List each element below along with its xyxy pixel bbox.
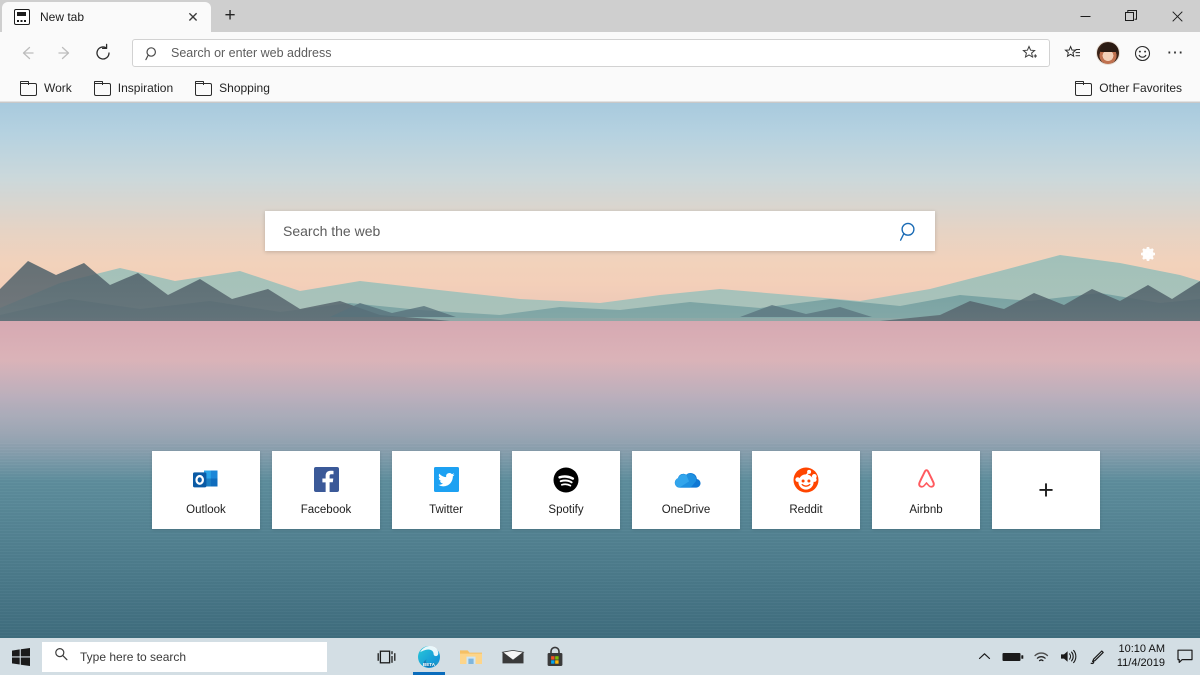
favorite-item-inspiration[interactable]: Inspiration bbox=[86, 77, 181, 99]
quick-link-reddit[interactable]: Reddit bbox=[752, 451, 860, 529]
taskbar-search-input[interactable]: Type here to search bbox=[80, 650, 186, 664]
quick-link-label: Facebook bbox=[301, 504, 352, 516]
search-icon[interactable] bbox=[883, 211, 935, 251]
favorite-label: Other Favorites bbox=[1099, 81, 1182, 95]
add-quick-link-button[interactable]: + bbox=[992, 451, 1100, 529]
taskbar-search-box[interactable]: Type here to search bbox=[42, 642, 327, 672]
reddit-icon bbox=[793, 465, 819, 495]
outlook-icon bbox=[192, 465, 220, 495]
pen-icon[interactable] bbox=[1083, 638, 1111, 675]
windows-start-icon[interactable] bbox=[0, 638, 42, 675]
search-icon bbox=[143, 44, 161, 62]
plus-icon: + bbox=[1038, 477, 1054, 504]
favorite-label: Work bbox=[44, 81, 72, 95]
browser-tab-new-tab[interactable]: New tab ✕ bbox=[2, 2, 211, 32]
task-view-icon[interactable] bbox=[367, 638, 407, 675]
airbnb-icon bbox=[913, 465, 940, 495]
system-tray: 10:10 AM 11/4/2019 bbox=[971, 638, 1200, 675]
browser-toolbar: Search or enter web address bbox=[0, 32, 1200, 74]
wifi-icon[interactable] bbox=[1027, 638, 1055, 675]
clock-time: 10:10 AM bbox=[1119, 643, 1165, 657]
folder-icon bbox=[195, 81, 210, 94]
favorites-bar: Work Inspiration Shopping Other Favorite… bbox=[0, 74, 1200, 102]
quick-link-onedrive[interactable]: OneDrive bbox=[632, 451, 740, 529]
minimize-icon[interactable] bbox=[1062, 0, 1108, 32]
clock-date: 11/4/2019 bbox=[1117, 657, 1165, 671]
quick-link-spotify[interactable]: Spotify bbox=[512, 451, 620, 529]
title-bar: New tab ✕ + bbox=[0, 0, 1200, 32]
favorite-label: Shopping bbox=[219, 81, 270, 95]
ellipsis-glyph: ⋯ bbox=[1167, 49, 1186, 58]
window-controls bbox=[1062, 0, 1200, 32]
collections-icon[interactable] bbox=[1056, 37, 1088, 69]
wallpaper-landscape bbox=[0, 103, 1200, 638]
quick-link-label: Spotify bbox=[548, 504, 583, 516]
forward-arrow-icon[interactable] bbox=[48, 36, 82, 70]
favorite-label: Inspiration bbox=[118, 81, 173, 95]
address-input[interactable]: Search or enter web address bbox=[171, 46, 1017, 60]
refresh-icon[interactable] bbox=[86, 36, 120, 70]
quick-link-facebook[interactable]: Facebook bbox=[272, 451, 380, 529]
favorite-item-shopping[interactable]: Shopping bbox=[187, 77, 278, 99]
quick-link-outlook[interactable]: Outlook bbox=[152, 451, 260, 529]
tab-title: New tab bbox=[40, 10, 183, 24]
other-favorites-folder[interactable]: Other Favorites bbox=[1067, 77, 1190, 99]
search-input[interactable]: Search the web bbox=[265, 223, 883, 239]
web-search-box[interactable]: Search the web bbox=[265, 211, 935, 251]
restore-icon[interactable] bbox=[1108, 0, 1154, 32]
spotify-icon bbox=[553, 465, 579, 495]
taskbar-clock[interactable]: 10:10 AM 11/4/2019 bbox=[1111, 643, 1174, 671]
quick-link-label: Twitter bbox=[429, 504, 463, 516]
close-icon[interactable]: ✕ bbox=[183, 7, 203, 27]
folder-icon bbox=[20, 81, 35, 94]
taskbar-apps: BETA bbox=[367, 638, 575, 675]
show-hidden-icons-chevron[interactable] bbox=[971, 638, 999, 675]
folder-icon bbox=[1075, 81, 1090, 94]
volume-icon[interactable] bbox=[1055, 638, 1083, 675]
quick-link-label: Reddit bbox=[789, 504, 822, 516]
quick-link-label: OneDrive bbox=[662, 504, 711, 516]
onedrive-icon bbox=[670, 465, 702, 495]
battery-icon[interactable] bbox=[999, 638, 1027, 675]
edge-beta-icon[interactable]: BETA bbox=[409, 638, 449, 675]
address-bar[interactable]: Search or enter web address bbox=[132, 39, 1050, 67]
folder-icon bbox=[94, 81, 109, 94]
mail-icon[interactable] bbox=[493, 638, 533, 675]
favorite-item-work[interactable]: Work bbox=[12, 77, 80, 99]
store-icon[interactable] bbox=[535, 638, 575, 675]
back-arrow-icon[interactable] bbox=[10, 36, 44, 70]
quick-link-twitter[interactable]: Twitter bbox=[392, 451, 500, 529]
profile-avatar[interactable] bbox=[1096, 41, 1120, 65]
new-tab-page: Search the web bbox=[0, 103, 1200, 638]
edge-browser-window: New tab ✕ + bbox=[0, 0, 1200, 675]
favorite-star-icon[interactable] bbox=[1017, 41, 1043, 65]
new-tab-button[interactable]: + bbox=[216, 2, 244, 30]
quick-link-label: Airbnb bbox=[909, 504, 942, 516]
search-icon bbox=[54, 647, 68, 666]
action-center-icon[interactable] bbox=[1174, 638, 1200, 675]
smiley-feedback-icon[interactable] bbox=[1126, 37, 1158, 69]
windows-taskbar: Type here to search bbox=[0, 638, 1200, 675]
facebook-icon bbox=[314, 465, 339, 495]
file-explorer-icon[interactable] bbox=[451, 638, 491, 675]
svg-text:BETA: BETA bbox=[423, 662, 436, 667]
newtab-icon bbox=[14, 9, 30, 25]
gear-icon[interactable] bbox=[1134, 241, 1160, 267]
more-ellipsis-icon[interactable]: ⋯ bbox=[1160, 37, 1192, 69]
quick-link-airbnb[interactable]: Airbnb bbox=[872, 451, 980, 529]
quick-links-grid: Outlook Facebook Twitt bbox=[152, 451, 1100, 529]
tab-strip: New tab ✕ + bbox=[0, 0, 244, 32]
twitter-icon bbox=[434, 465, 459, 495]
close-icon[interactable] bbox=[1154, 0, 1200, 32]
quick-link-label: Outlook bbox=[186, 504, 226, 516]
